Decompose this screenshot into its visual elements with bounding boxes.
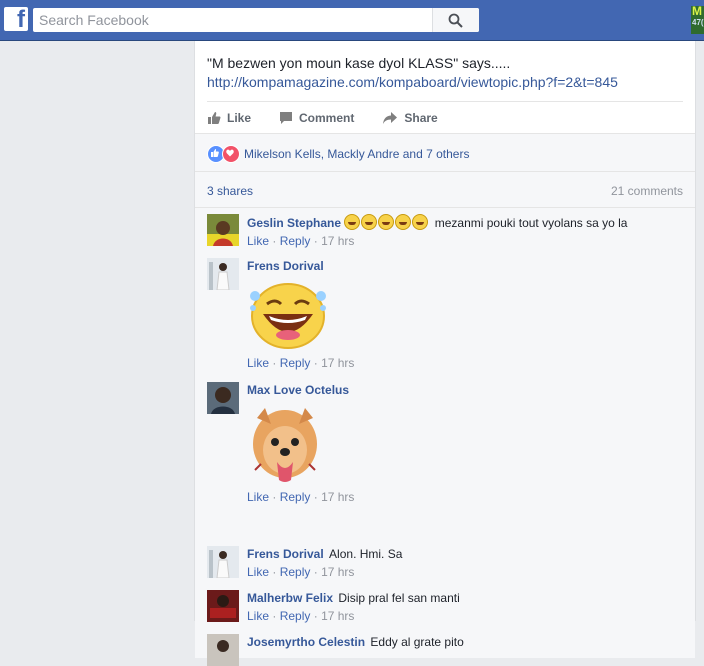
- comment-reply-link[interactable]: Reply: [280, 490, 311, 504]
- comment-text: Disip pral fel san manti: [338, 591, 460, 605]
- separator: ·: [272, 565, 277, 579]
- reactions-bar: Mikelson Kells, Mackly Andre and 7 other…: [195, 133, 695, 172]
- post-card: "M bezwen yon moun kase dyol KLASS" says…: [194, 41, 696, 666]
- badge-text-1: M: [692, 6, 702, 18]
- comment-like-link[interactable]: Like: [247, 490, 269, 504]
- shares-comments-bar: 3 shares 21 comments: [195, 171, 695, 208]
- comment-reply-link[interactable]: Reply: [280, 356, 311, 370]
- separator: ·: [272, 490, 277, 504]
- separator: ·: [313, 609, 318, 623]
- comments-section: Geslin Stephane mezanmi pouki tout vyola…: [195, 207, 695, 666]
- search-box: [33, 8, 479, 32]
- top-navigation-bar: f M 47(: [0, 0, 704, 41]
- comment-reply-link[interactable]: Reply: [280, 234, 311, 248]
- laughing-emoji-icon: [412, 214, 429, 230]
- laughing-emoji-icon: [361, 214, 378, 230]
- avatar[interactable]: [207, 634, 239, 666]
- comment-meta: Like · Reply · 17 hrs: [247, 233, 677, 249]
- comment-like-link[interactable]: Like: [247, 356, 269, 370]
- comment-author[interactable]: Frens Dorival: [247, 547, 324, 561]
- search-button[interactable]: [432, 8, 479, 32]
- comment-button[interactable]: Comment: [279, 102, 354, 134]
- search-icon: [448, 13, 463, 28]
- comment-meta: Like · Reply · 17 hrs: [247, 608, 677, 624]
- comment-timestamp[interactable]: 17 hrs: [321, 234, 354, 248]
- shares-count[interactable]: 3 shares: [207, 184, 253, 198]
- avatar[interactable]: [207, 214, 239, 246]
- comment-label: Comment: [299, 111, 355, 125]
- separator: ·: [313, 234, 318, 248]
- comment-meta: Like · Reply · 17 hrs: [247, 355, 677, 371]
- comment-text: Eddy al grate pito: [370, 635, 464, 649]
- reactions-names[interactable]: Mikelson Kells, Mackly Andre and 7 other…: [244, 147, 469, 161]
- comment-author[interactable]: Max Love Octelus: [247, 383, 349, 397]
- comment-meta: Like · Reply · 17 hrs: [247, 489, 677, 505]
- comment-text: mezanmi pouki tout vyolans sa yo la: [434, 216, 628, 230]
- comment-timestamp[interactable]: 17 hrs: [321, 609, 354, 623]
- laughing-emoji-icon: [395, 214, 412, 230]
- separator: ·: [313, 490, 318, 504]
- comment-like-link[interactable]: Like: [247, 234, 269, 248]
- comment-icon: [280, 112, 293, 124]
- avatar[interactable]: [207, 590, 239, 622]
- comment-author[interactable]: Frens Dorival: [247, 259, 324, 273]
- comment-timestamp[interactable]: 17 hrs: [321, 565, 354, 579]
- separator: ·: [272, 356, 277, 370]
- laughing-tears-sticker[interactable]: [247, 280, 677, 353]
- avatar[interactable]: [207, 546, 239, 578]
- comment-timestamp[interactable]: 17 hrs: [321, 490, 354, 504]
- pomeranian-dog-sticker[interactable]: [247, 404, 677, 487]
- avatar[interactable]: [207, 382, 239, 414]
- separator: ·: [272, 234, 277, 248]
- laughing-emoji-icon: [344, 214, 361, 230]
- post-link[interactable]: http://kompamagazine.com/kompaboard/view…: [207, 73, 618, 92]
- comment-meta: Like · Reply · 17 hrs: [247, 564, 677, 580]
- like-label: Like: [227, 111, 252, 125]
- post-actions: Like Comment Share: [207, 102, 466, 134]
- comment-reply-link[interactable]: Reply: [280, 609, 311, 623]
- profile-thumbnail[interactable]: M 47(: [691, 6, 704, 34]
- comment-text: Alon. Hmi. Sa: [329, 547, 403, 561]
- badge-text-2: 47(: [692, 18, 704, 27]
- comment-author[interactable]: Geslin Stephane: [247, 216, 341, 230]
- comment-like-link[interactable]: Like: [247, 565, 269, 579]
- emoji-group: [344, 214, 432, 230]
- separator: ·: [313, 356, 318, 370]
- search-input[interactable]: [33, 8, 440, 32]
- share-icon: [383, 112, 398, 124]
- post-message: "M bezwen yon moun kase dyol KLASS" says…: [207, 55, 511, 71]
- share-button[interactable]: Share: [382, 102, 438, 134]
- like-button[interactable]: Like: [207, 102, 251, 134]
- laughing-emoji-icon: [378, 214, 395, 230]
- comment-timestamp[interactable]: 17 hrs: [321, 356, 354, 370]
- post-content: "M bezwen yon moun kase dyol KLASS" says…: [207, 54, 618, 92]
- comment-author[interactable]: Josemyrtho Celestin: [247, 635, 365, 649]
- comment-author[interactable]: Malherbw Felix: [247, 591, 333, 605]
- comment-like-link[interactable]: Like: [247, 609, 269, 623]
- avatar[interactable]: [207, 258, 239, 290]
- facebook-logo-icon[interactable]: f: [4, 6, 28, 33]
- separator: ·: [272, 609, 277, 623]
- love-reaction-icon[interactable]: [222, 145, 240, 163]
- comments-count[interactable]: 21 comments: [611, 184, 683, 198]
- share-label: Share: [404, 111, 438, 125]
- thumbs-up-icon: [208, 112, 221, 124]
- separator: ·: [313, 565, 318, 579]
- comment-reply-link[interactable]: Reply: [280, 565, 311, 579]
